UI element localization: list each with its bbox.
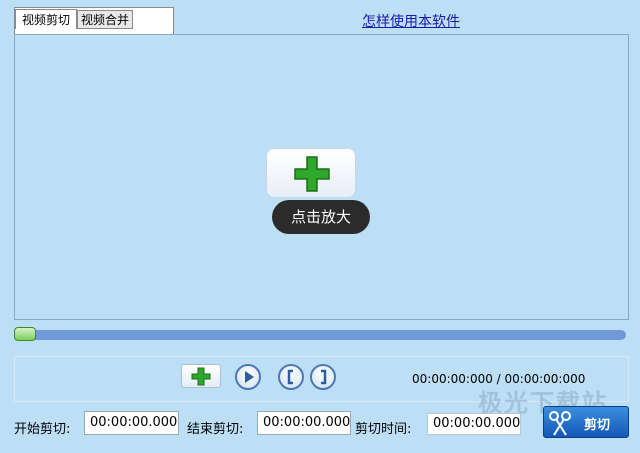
tab-video-merge[interactable]: 视频合并 — [77, 10, 133, 29]
play-button[interactable] — [235, 364, 261, 390]
scissors-icon — [549, 411, 571, 436]
mark-start-button[interactable] — [278, 364, 304, 390]
add-icon — [294, 156, 330, 192]
end-cut-field[interactable]: 00:00:00.000 — [257, 411, 351, 435]
bracket-right-icon — [321, 369, 327, 385]
tab-video-cut[interactable]: 视频剪切 — [15, 9, 77, 29]
help-link[interactable]: 怎样使用本软件 — [362, 11, 460, 31]
zoom-tooltip: 点击放大 — [272, 200, 370, 234]
bracket-left-icon — [287, 369, 293, 385]
cut-button-label: 剪切 — [584, 418, 611, 433]
play-icon — [245, 371, 254, 383]
zoom-button[interactable] — [266, 148, 356, 198]
cut-duration-label: 剪切时间: — [355, 422, 412, 437]
end-cut-label: 结束剪切: — [187, 422, 244, 437]
mark-end-button[interactable] — [310, 364, 336, 390]
cut-duration-field: 00:00:00.000 — [427, 413, 521, 435]
add-icon — [191, 367, 211, 386]
progress-handle[interactable] — [14, 327, 36, 341]
start-cut-label: 开始剪切: — [14, 422, 71, 437]
progress-track[interactable] — [14, 330, 626, 340]
add-file-button[interactable] — [181, 364, 221, 388]
start-cut-field[interactable]: 00:00:00.000 — [84, 411, 179, 435]
